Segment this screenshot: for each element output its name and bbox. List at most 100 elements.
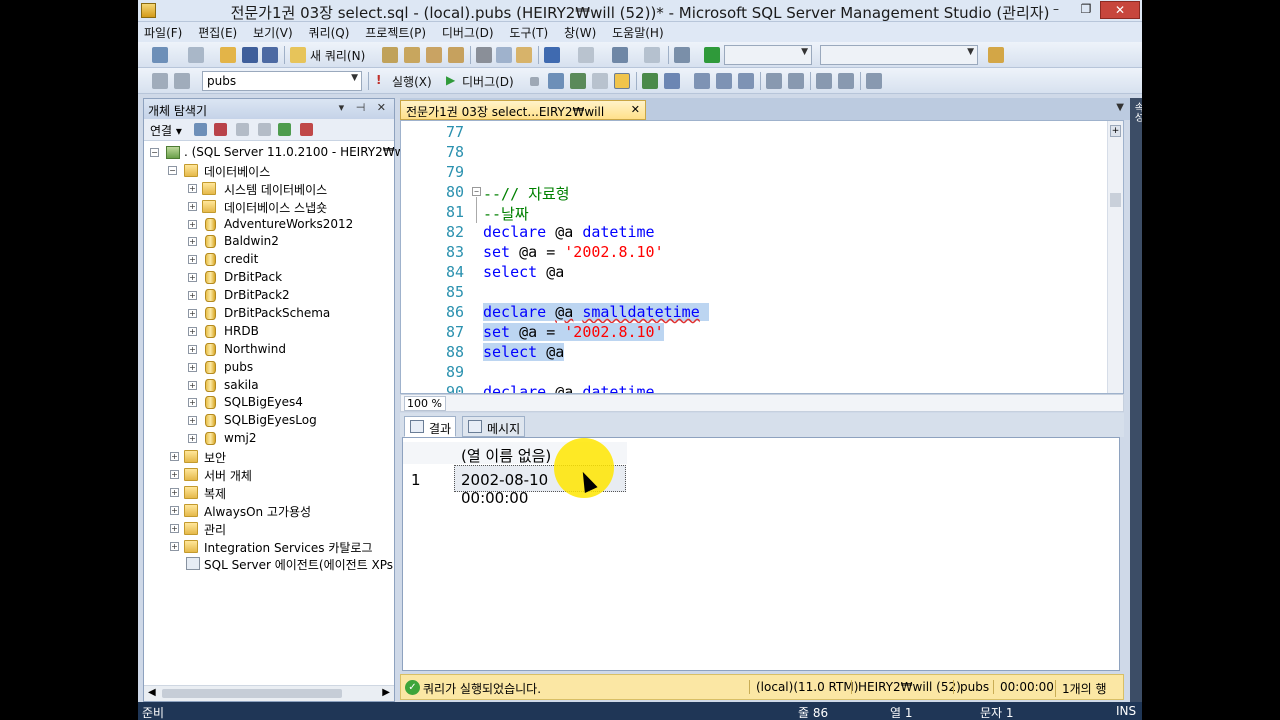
tree-node-database[interactable]: + pubs — [144, 360, 394, 378]
menu-query[interactable]: 쿼리(Q) — [303, 22, 356, 43]
menu-edit[interactable]: 편집(E) — [192, 22, 243, 43]
tree-node-database[interactable]: + SQLBigEyes4 — [144, 395, 394, 413]
cancel-query-icon[interactable] — [530, 77, 539, 86]
save-all-icon[interactable] — [262, 47, 278, 63]
db-engine-query-icon[interactable] — [382, 47, 398, 63]
tree-node-database[interactable]: + AdventureWorks2012 — [144, 217, 394, 235]
comment-icon[interactable] — [766, 73, 782, 89]
debug-button[interactable]: 디버그(D) — [462, 73, 514, 90]
close-button[interactable]: ✕ — [1100, 1, 1140, 19]
specify-values-icon[interactable] — [866, 73, 882, 89]
report-icon[interactable] — [674, 47, 690, 63]
execute-icon[interactable]: ! — [376, 73, 381, 87]
scroll-left-icon[interactable]: ◀ — [148, 687, 156, 698]
new-project-icon[interactable] — [152, 47, 168, 63]
menu-help[interactable]: 도움말(H) — [606, 22, 670, 43]
platform-select[interactable]: ▼ — [820, 45, 978, 65]
navigate-forward-icon[interactable] — [644, 47, 660, 63]
start-icon[interactable] — [704, 47, 720, 63]
client-stats-icon[interactable] — [664, 73, 680, 89]
tree-node-snapshots[interactable]: + 데이터베이스 스냅숏 — [144, 199, 394, 217]
minimize-button[interactable]: – — [1042, 1, 1070, 19]
results-to-grid2-icon[interactable] — [716, 73, 732, 89]
results-to-file-icon[interactable] — [738, 73, 754, 89]
change-connection-icon[interactable] — [174, 73, 190, 89]
menu-debug[interactable]: 디버그(D) — [436, 22, 500, 43]
activity-monitor-icon[interactable] — [300, 123, 313, 136]
tree-node-management[interactable]: + 관리 — [144, 521, 394, 539]
editor-scroll-thumb[interactable] — [1110, 193, 1121, 207]
refresh-icon[interactable] — [278, 123, 291, 136]
panel-pin-icon[interactable]: ▾ ⊣ ✕ — [339, 101, 390, 114]
query-options-icon[interactable] — [592, 73, 608, 89]
tree-node-security[interactable]: + 보안 — [144, 449, 394, 467]
results-to-text-icon[interactable] — [694, 73, 710, 89]
tree-node-database[interactable]: + Baldwin2 — [144, 234, 394, 252]
menu-file[interactable]: 파일(F) — [138, 22, 188, 43]
object-explorer-hscroll[interactable]: ◀ ▶ — [144, 685, 394, 701]
add-item-icon[interactable] — [188, 47, 204, 63]
tree-node-alwayson[interactable]: + AlwaysOn 고가용성 — [144, 503, 394, 521]
tree-node-database[interactable]: + HRDB — [144, 324, 394, 342]
tree-node-server-objects[interactable]: + 서버 개체 — [144, 467, 394, 485]
disconnect-icon[interactable] — [214, 123, 227, 136]
tree-node-database[interactable]: + DrBitPack2 — [144, 288, 394, 306]
execute-button[interactable]: 실행(X) — [392, 73, 432, 90]
tree-node-replication[interactable]: + 복제 — [144, 485, 394, 503]
cut-icon[interactable] — [476, 47, 492, 63]
properties-side-tab[interactable]: 속성 — [1130, 98, 1142, 702]
editor-vscroll[interactable]: + — [1107, 121, 1123, 393]
row-number[interactable]: 1 — [403, 466, 453, 493]
split-handle-icon[interactable]: + — [1110, 125, 1121, 137]
decrease-indent-icon[interactable] — [816, 73, 832, 89]
navigate-back-icon[interactable] — [612, 47, 628, 63]
new-query-icon[interactable] — [290, 47, 306, 63]
filter-icon[interactable] — [258, 123, 271, 136]
connect-server-icon[interactable] — [194, 123, 207, 136]
scroll-thumb[interactable] — [162, 689, 342, 698]
undo-icon[interactable] — [544, 47, 560, 63]
debug-play-icon[interactable]: ▶ — [446, 73, 455, 87]
mdx-query-icon[interactable] — [426, 47, 442, 63]
tab-close-icon[interactable]: ✕ — [631, 103, 640, 116]
menu-window[interactable]: 창(W) — [558, 22, 602, 43]
tab-messages[interactable]: 메시지 — [462, 416, 526, 437]
tree-node-database[interactable]: + DrBitPackSchema — [144, 306, 394, 324]
tree-node-database[interactable]: + credit — [144, 252, 394, 270]
xmla-query-icon[interactable] — [448, 47, 464, 63]
maximize-button[interactable]: ❐ — [1072, 1, 1100, 19]
increase-indent-icon[interactable] — [838, 73, 854, 89]
redo-icon[interactable] — [578, 47, 594, 63]
tree-node-database[interactable]: + sakila — [144, 378, 394, 396]
menu-view[interactable]: 보기(V) — [247, 22, 299, 43]
solution-config-select[interactable]: ▼ — [724, 45, 812, 65]
properties-icon[interactable] — [988, 47, 1004, 63]
tree-node-database[interactable]: + DrBitPack — [144, 270, 394, 288]
tree-node-databases[interactable]: − 데이터베이스 — [144, 163, 394, 181]
database-select[interactable]: pubs ▼ — [202, 71, 362, 91]
stop-icon[interactable] — [236, 123, 249, 136]
tab-list-dropdown-icon[interactable]: ▼ — [1116, 102, 1124, 113]
tree-node-database[interactable]: + wmj2 — [144, 431, 394, 449]
save-icon[interactable] — [242, 47, 258, 63]
tree-node-database[interactable]: + Northwind — [144, 342, 394, 360]
tree-node-database[interactable]: + SQLBigEyesLog — [144, 413, 394, 431]
connect-icon[interactable] — [152, 73, 168, 89]
analysis-query-icon[interactable] — [404, 47, 420, 63]
query-editor[interactable]: 77 78 79 80− --// 자료형 81 --날짜 82 declare @a… — [400, 120, 1124, 394]
open-file-icon[interactable] — [220, 47, 236, 63]
menu-project[interactable]: 프로젝트(P) — [359, 22, 432, 43]
uncomment-icon[interactable] — [788, 73, 804, 89]
tab-results[interactable]: 결과 — [404, 416, 457, 437]
new-query-button[interactable]: 새 쿼리(N) — [310, 47, 365, 64]
tree-node-agent[interactable]: SQL Server 에이전트(에이전트 XPs — [144, 556, 394, 574]
menu-tools[interactable]: 도구(T) — [503, 22, 554, 43]
include-plan-icon[interactable] — [642, 73, 658, 89]
paste-icon[interactable] — [516, 47, 532, 63]
estimated-plan-icon[interactable] — [570, 73, 586, 89]
zoom-select[interactable]: 100 % — [404, 396, 446, 411]
results-to-grid-icon[interactable] — [614, 73, 630, 89]
parse-icon[interactable] — [548, 73, 564, 89]
connect-dropdown[interactable]: 연결 ▾ — [150, 124, 182, 138]
tree-node-integration-services[interactable]: + Integration Services 카탈로그 — [144, 539, 394, 557]
